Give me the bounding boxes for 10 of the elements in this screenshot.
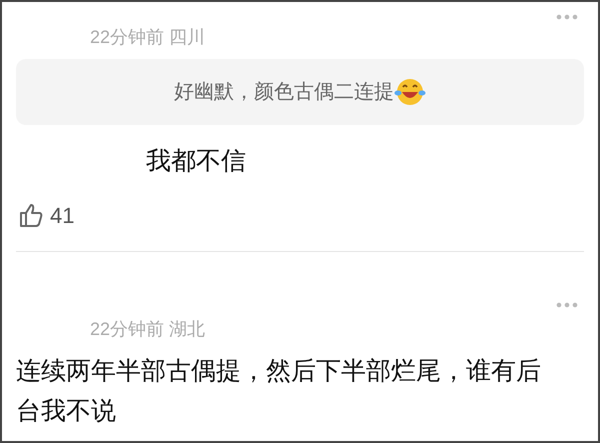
- comment-text: 连续两年半部古偶提，然后下半部烂尾，谁有后台我不说: [16, 357, 541, 425]
- like-count: 41: [50, 202, 74, 230]
- thumbs-up-icon[interactable]: [18, 202, 44, 228]
- laughing-emoji-icon: [394, 77, 426, 107]
- comment-meta: 22分钟前 湖北: [90, 319, 206, 339]
- comment-meta: 22分钟前 四川: [90, 27, 206, 47]
- more-icon[interactable]: [556, 302, 578, 308]
- quoted-comment: 好幽默，颜色古偶二连提: [174, 80, 394, 105]
- more-icon[interactable]: [556, 14, 578, 20]
- comment-text: 我都不信: [146, 147, 246, 175]
